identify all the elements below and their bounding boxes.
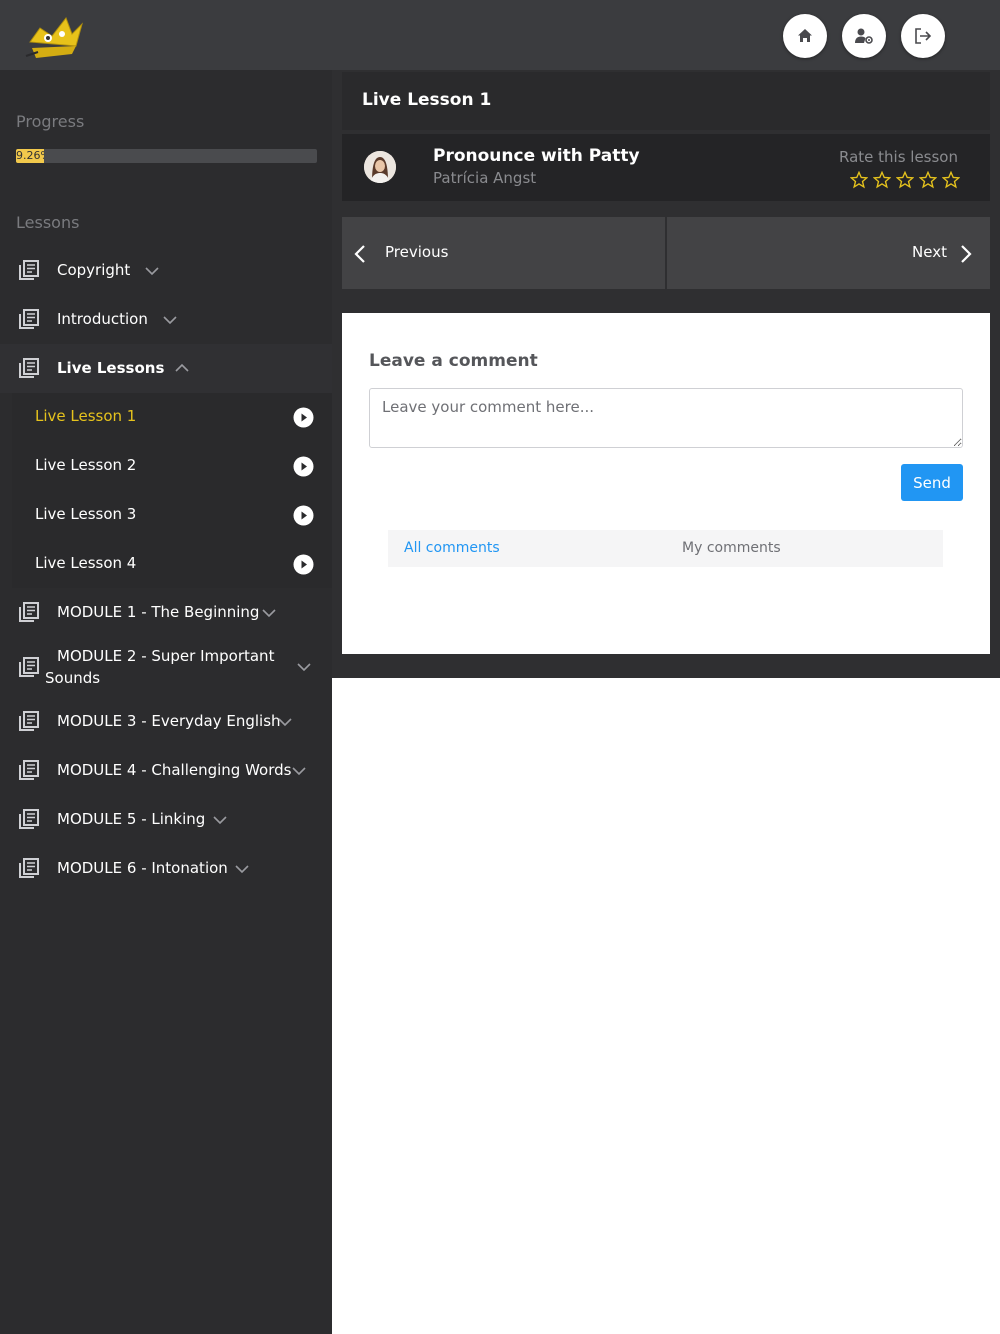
user-settings-icon (855, 28, 873, 44)
page-title: Live Lesson 1 (362, 90, 492, 110)
star-rating[interactable] (850, 171, 960, 189)
book-icon (19, 358, 39, 378)
course-info-card: Pronounce with Patty Patrícia Angst Rate… (342, 134, 990, 201)
chevron-down-icon (145, 267, 159, 276)
sidebar-item-module-6[interactable]: MODULE 6 - Intonation (0, 844, 332, 893)
course-name: Pronounce with Patty (433, 146, 640, 166)
crown-logo[interactable] (22, 12, 86, 62)
sidebar-item-label: Introduction (57, 310, 148, 328)
play-icon[interactable] (293, 456, 314, 477)
lesson-item-live-lesson-2[interactable]: Live Lesson 2 (12, 442, 332, 491)
book-icon (19, 602, 39, 622)
lesson-label: Live Lesson 4 (35, 554, 137, 572)
sidebar-item-label: MODULE 3 - Everyday English (57, 712, 281, 730)
sidebar-item-label: MODULE 2 - Super Important (57, 647, 275, 665)
comment-input[interactable] (369, 388, 963, 448)
star-icon[interactable] (850, 171, 868, 189)
previous-button[interactable]: Previous (342, 217, 665, 289)
logout-icon (915, 28, 932, 44)
next-label: Next (912, 243, 947, 261)
top-bar (0, 0, 1000, 70)
chevron-down-icon (235, 865, 249, 874)
progress-bar: 9.26% (16, 149, 317, 163)
comment-tabs: All comments My comments (388, 530, 943, 567)
chevron-right-icon (961, 245, 972, 263)
book-icon (19, 858, 39, 878)
chevron-up-icon (175, 363, 189, 372)
sidebar-item-module-5[interactable]: MODULE 5 - Linking (0, 795, 332, 844)
lesson-label: Live Lesson 1 (35, 407, 137, 425)
avatar (364, 151, 396, 183)
book-icon (19, 309, 39, 329)
lessons-label: Lessons (16, 213, 80, 232)
chevron-down-icon (262, 609, 276, 618)
sidebar-item-label: Live Lessons (57, 359, 165, 377)
chevron-down-icon (163, 316, 177, 325)
chevron-left-icon (354, 245, 365, 263)
account-settings-button[interactable] (842, 14, 886, 58)
sidebar-item-live-lessons[interactable]: Live Lessons (0, 344, 332, 393)
sidebar-item-module-4[interactable]: MODULE 4 - Challenging Words (0, 746, 332, 795)
star-icon[interactable] (873, 171, 891, 189)
tab-all-comments[interactable]: All comments (404, 540, 500, 556)
lesson-item-live-lesson-1[interactable]: Live Lesson 1 (12, 393, 332, 442)
home-button[interactable] (783, 14, 827, 58)
sidebar-item-label-continued: Sounds (45, 669, 101, 687)
lesson-label: Live Lesson 2 (35, 456, 137, 474)
star-icon[interactable] (942, 171, 960, 189)
lesson-navigation: Previous Next (342, 217, 990, 289)
sidebar-item-label: MODULE 4 - Challenging Words (57, 761, 292, 779)
lesson-header: Live Lesson 1 (342, 72, 990, 130)
book-icon (19, 657, 39, 677)
sidebar-item-label: MODULE 5 - Linking (57, 810, 206, 828)
play-icon[interactable] (293, 554, 314, 575)
comment-section: Leave a comment Send All comments My com… (342, 313, 990, 654)
comment-section-title: Leave a comment (369, 351, 538, 371)
previous-label: Previous (385, 243, 449, 261)
book-icon (19, 760, 39, 780)
sidebar-item-module-3[interactable]: MODULE 3 - Everyday English (0, 697, 332, 746)
book-icon (19, 711, 39, 731)
sidebar-item-label: MODULE 6 - Intonation (57, 859, 228, 877)
progress-bar-fill: 9.26% (16, 149, 44, 163)
sidebar-item-copyright[interactable]: Copyright (0, 246, 332, 295)
chevron-down-icon (292, 767, 306, 776)
play-icon[interactable] (293, 505, 314, 526)
book-icon (19, 260, 39, 280)
tab-my-comments[interactable]: My comments (682, 540, 781, 556)
star-icon[interactable] (919, 171, 937, 189)
lesson-label: Live Lesson 3 (35, 505, 137, 523)
teacher-name: Patrícia Angst (433, 169, 537, 187)
lesson-item-live-lesson-4[interactable]: Live Lesson 4 (12, 540, 332, 589)
sidebar-item-module-1[interactable]: MODULE 1 - The Beginning (0, 588, 332, 637)
sidebar-item-introduction[interactable]: Introduction (0, 295, 332, 344)
book-icon (19, 809, 39, 829)
progress-label: Progress (16, 112, 85, 131)
chevron-down-icon (278, 718, 292, 727)
sidebar-item-module-2[interactable]: MODULE 2 - Super Important Sounds (0, 637, 332, 697)
sidebar-item-label: Copyright (57, 261, 131, 279)
sidebar-item-label: MODULE 1 - The Beginning (57, 603, 260, 621)
logout-button[interactable] (901, 14, 945, 58)
next-button[interactable]: Next (667, 217, 990, 289)
rate-lesson-label: Rate this lesson (838, 148, 958, 166)
home-icon (798, 29, 812, 42)
play-icon[interactable] (293, 407, 314, 428)
send-button[interactable]: Send (901, 464, 963, 501)
chevron-down-icon (213, 816, 227, 825)
chevron-down-icon (297, 663, 311, 672)
sidebar: Progress 9.26% Lessons Copyright Introdu… (0, 70, 332, 1334)
lesson-item-live-lesson-3[interactable]: Live Lesson 3 (12, 491, 332, 540)
star-icon[interactable] (896, 171, 914, 189)
